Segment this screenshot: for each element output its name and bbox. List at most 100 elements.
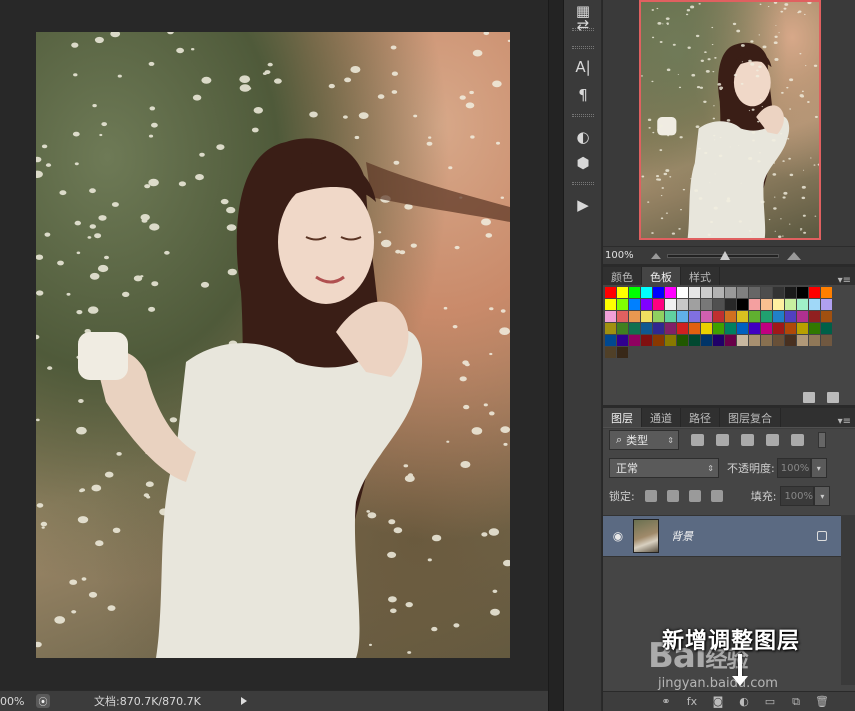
color-swatch[interactable] <box>629 323 640 334</box>
color-swatch[interactable] <box>653 335 664 346</box>
layer-name[interactable]: 背景 <box>671 528 693 544</box>
color-swatch[interactable] <box>617 311 628 322</box>
color-swatch[interactable] <box>737 323 748 334</box>
tab-channels[interactable]: 通道 <box>642 408 681 427</box>
opacity-input[interactable]: 100% <box>776 458 811 478</box>
document-image[interactable] <box>36 32 510 658</box>
link-layers-icon[interactable]: ⚭ <box>653 693 679 711</box>
add-mask-icon[interactable]: ◙ <box>705 693 731 711</box>
new-layer-icon[interactable]: ⧉ <box>783 693 809 711</box>
color-swatch[interactable] <box>821 335 832 346</box>
new-swatch-icon[interactable] <box>803 391 815 403</box>
color-swatch[interactable] <box>629 311 640 322</box>
lock-all-icon[interactable] <box>710 490 723 502</box>
fill-dropdown-button[interactable]: ▾ <box>814 486 831 506</box>
color-swatch[interactable] <box>725 335 736 346</box>
panel-menu-icon[interactable]: ▾≡ <box>838 416 851 427</box>
color-swatch[interactable] <box>629 299 640 310</box>
color-swatch[interactable] <box>605 287 616 298</box>
layer-filter-dropdown[interactable]: ⌕ 类型 ⇕ <box>609 430 679 450</box>
panel-grip[interactable] <box>572 114 594 117</box>
lock-position-icon[interactable] <box>688 490 701 502</box>
tab-paths[interactable]: 路径 <box>681 408 720 427</box>
blend-mode-dropdown[interactable]: 正常 ⇕ <box>609 458 719 478</box>
tab-color[interactable]: 颜色 <box>603 267 642 286</box>
visibility-eye-icon[interactable]: ◉ <box>603 529 633 543</box>
type-filter-icon[interactable] <box>741 434 754 446</box>
color-swatch[interactable] <box>701 311 712 322</box>
layer-row-background[interactable]: ◉ 背景 <box>603 515 841 557</box>
tab-swatches[interactable]: 色板 <box>642 267 681 286</box>
color-swatch[interactable] <box>761 335 772 346</box>
color-swatch[interactable] <box>665 335 676 346</box>
color-swatch[interactable] <box>761 299 772 310</box>
color-swatch[interactable] <box>641 335 652 346</box>
color-swatch[interactable] <box>617 347 628 358</box>
color-swatch[interactable] <box>665 299 676 310</box>
color-swatch[interactable] <box>689 287 700 298</box>
color-swatch[interactable] <box>677 335 688 346</box>
color-swatch[interactable] <box>605 335 616 346</box>
fx-icon[interactable]: fx <box>679 693 705 711</box>
adjustment-icon[interactable]: ◐ <box>570 126 596 148</box>
color-swatch[interactable] <box>761 287 772 298</box>
color-swatch[interactable] <box>629 287 640 298</box>
color-swatch[interactable] <box>689 299 700 310</box>
color-swatch[interactable] <box>785 323 796 334</box>
color-swatch[interactable] <box>773 335 784 346</box>
color-swatch[interactable] <box>773 323 784 334</box>
color-swatch[interactable] <box>713 287 724 298</box>
play-icon[interactable]: ▶ <box>570 194 596 216</box>
fill-input[interactable]: 100% <box>780 486 815 506</box>
color-swatch[interactable] <box>737 311 748 322</box>
filter-toggle-switch[interactable] <box>818 432 826 448</box>
3d-icon[interactable]: ⬢ <box>570 152 596 174</box>
color-swatch[interactable] <box>749 299 760 310</box>
panel-grip[interactable] <box>572 182 594 185</box>
color-swatch[interactable] <box>641 311 652 322</box>
color-swatch[interactable] <box>761 311 772 322</box>
color-swatch[interactable] <box>785 335 796 346</box>
color-swatch[interactable] <box>677 311 688 322</box>
trash-icon[interactable]: 🗑 <box>809 693 835 711</box>
color-swatch[interactable] <box>797 299 808 310</box>
shape-filter-icon[interactable] <box>766 434 779 446</box>
opacity-dropdown-button[interactable]: ▾ <box>810 458 827 478</box>
color-swatch[interactable] <box>617 335 628 346</box>
color-swatch[interactable] <box>785 287 796 298</box>
color-swatch[interactable] <box>653 287 664 298</box>
color-swatch[interactable] <box>797 323 808 334</box>
color-swatch[interactable] <box>725 323 736 334</box>
zoom-out-icon[interactable] <box>651 252 661 259</box>
history-icon[interactable]: ⇄ <box>570 14 596 36</box>
color-swatch[interactable] <box>785 299 796 310</box>
color-swatch[interactable] <box>689 335 700 346</box>
color-swatch[interactable] <box>677 287 688 298</box>
layers-scrollbar[interactable] <box>841 515 855 685</box>
color-swatch[interactable] <box>809 311 820 322</box>
color-swatch[interactable] <box>617 323 628 334</box>
color-swatch[interactable] <box>821 311 832 322</box>
color-swatch[interactable] <box>665 287 676 298</box>
lock-image-icon[interactable] <box>666 490 679 502</box>
color-swatch[interactable] <box>713 323 724 334</box>
status-menu-arrow-icon[interactable] <box>240 697 247 705</box>
color-swatch[interactable] <box>797 287 808 298</box>
navigator-thumbnail[interactable] <box>639 0 821 240</box>
color-swatch[interactable] <box>785 311 796 322</box>
panel-grip[interactable] <box>572 46 594 49</box>
color-swatch[interactable] <box>773 299 784 310</box>
new-group-icon[interactable]: ▭ <box>757 693 783 711</box>
tab-layer-comps[interactable]: 图层复合 <box>720 408 781 427</box>
color-swatch[interactable] <box>713 335 724 346</box>
color-swatch[interactable] <box>701 299 712 310</box>
color-swatch[interactable] <box>677 323 688 334</box>
color-swatch[interactable] <box>725 299 736 310</box>
color-swatch[interactable] <box>689 323 700 334</box>
color-swatch[interactable] <box>641 287 652 298</box>
color-swatch[interactable] <box>737 287 748 298</box>
color-swatch[interactable] <box>809 299 820 310</box>
color-swatch[interactable] <box>749 335 760 346</box>
color-swatch[interactable] <box>653 299 664 310</box>
color-swatch[interactable] <box>773 287 784 298</box>
